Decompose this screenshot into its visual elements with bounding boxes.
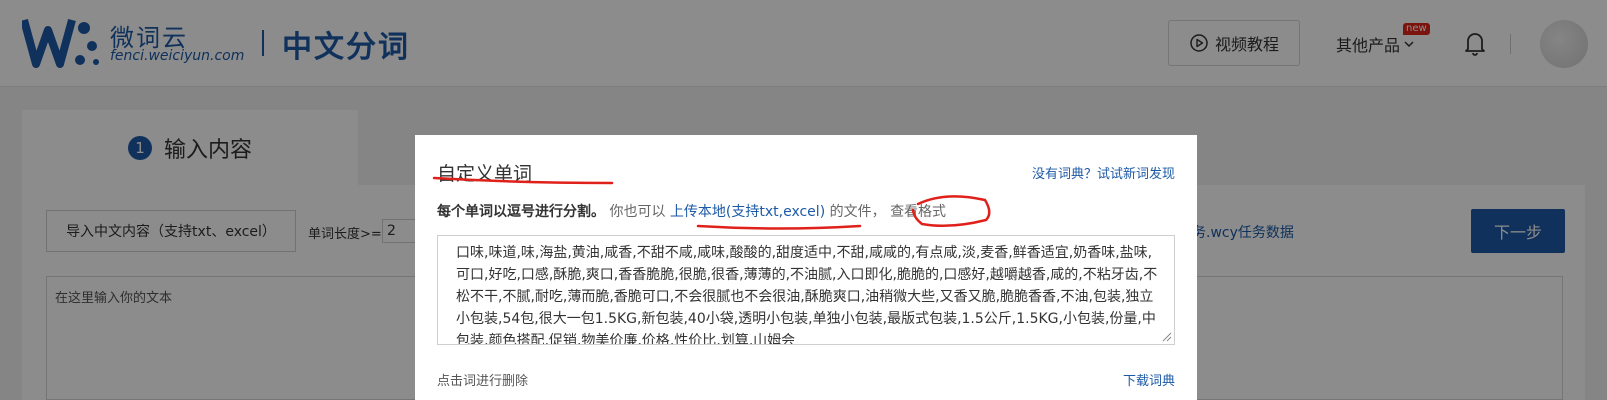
instruction-pre: 你也可以 bbox=[609, 204, 666, 220]
view-format-link[interactable]: 查看格式 bbox=[890, 204, 946, 220]
instruction-bold: 每个单词以逗号进行分割。 bbox=[437, 204, 605, 220]
instruction-post: 的文件， bbox=[829, 204, 886, 220]
delete-hint: 点击词进行删除 bbox=[437, 374, 529, 389]
dialog-title: 自定义单词 bbox=[437, 163, 533, 185]
custom-words-text: 口味,味道,味,海盐,黄油,咸香,不甜不咸,咸味,酸酸的,甜度适中,不甜,咸咸的… bbox=[456, 245, 1158, 345]
custom-words-dialog: 自定义单词 没有词典？试试新词发现 每个单词以逗号进行分割。 你也可以 上传本地… bbox=[415, 135, 1197, 400]
download-dictionary-link[interactable]: 下载词典 bbox=[1123, 370, 1175, 389]
resize-handle-icon[interactable] bbox=[1162, 332, 1172, 342]
custom-words-textarea[interactable]: 口味,味道,味,海盐,黄油,咸香,不甜不咸,咸味,酸酸的,甜度适中,不甜,咸咸的… bbox=[437, 235, 1175, 345]
upload-local-link[interactable]: 上传本地(支持txt,excel) bbox=[670, 204, 825, 220]
new-word-discovery-link[interactable]: 没有词典？试试新词发现 bbox=[1032, 163, 1175, 182]
instruction-line: 每个单词以逗号进行分割。 你也可以 上传本地(支持txt,excel) 的文件，… bbox=[437, 201, 946, 221]
